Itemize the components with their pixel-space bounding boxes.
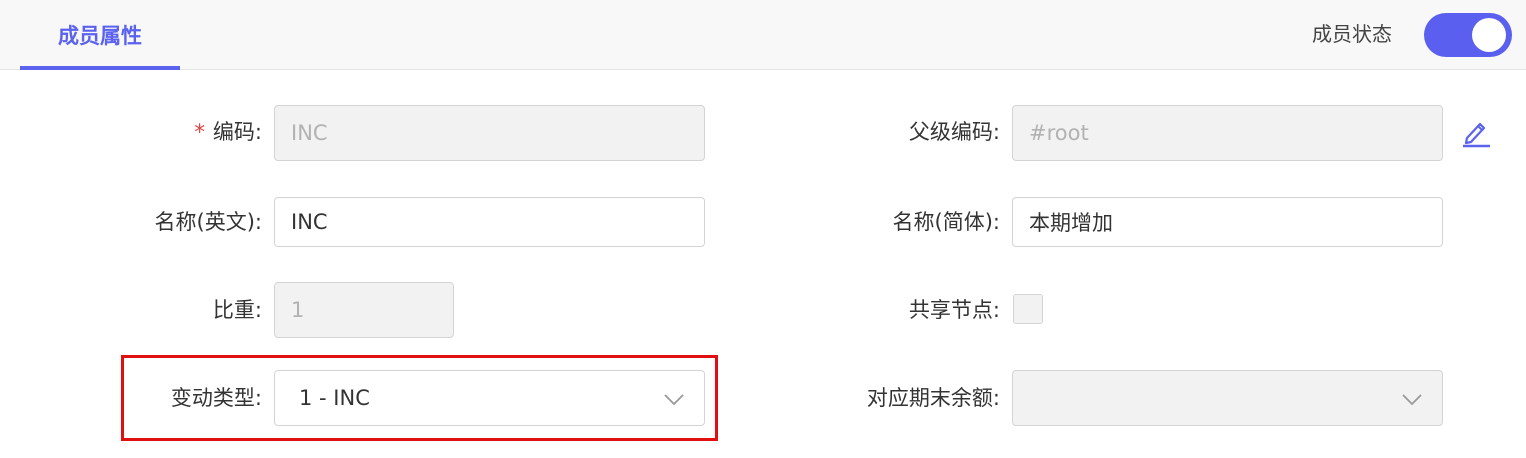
- toggle-knob: [1472, 18, 1506, 52]
- name-en-label-text: 名称(英文): [154, 210, 255, 234]
- weight-value: 1: [291, 298, 305, 322]
- code-input[interactable]: INC: [274, 105, 705, 161]
- active-tab-indicator: [20, 66, 180, 70]
- name-en-value: INC: [291, 210, 328, 234]
- name-cn-input[interactable]: 本期增加: [1012, 197, 1443, 247]
- change-type-label-text: 变动类型: [170, 386, 255, 410]
- parent-code-value: #root: [1029, 121, 1089, 145]
- header-bar: 成员属性 成员状态: [0, 0, 1526, 70]
- weight-input[interactable]: 1: [274, 282, 454, 338]
- tab-member-attributes[interactable]: 成员属性: [20, 0, 180, 70]
- shared-node-label: 共享节点:: [908, 298, 1000, 322]
- change-type-value: 1 - INC: [299, 386, 370, 410]
- change-type-label: 变动类型:: [170, 386, 262, 410]
- chevron-down-icon: [664, 394, 684, 406]
- name-en-input[interactable]: INC: [274, 197, 705, 247]
- name-en-label: 名称(英文):: [154, 210, 262, 234]
- name-cn-label: 名称(简体):: [892, 210, 1000, 234]
- shared-node-checkbox[interactable]: [1013, 294, 1043, 324]
- name-cn-label-text: 名称(简体): [892, 210, 993, 234]
- required-mark: *: [194, 120, 205, 144]
- code-label: * 编码:: [194, 120, 262, 144]
- closing-balance-label-text: 对应期末余额: [866, 386, 993, 410]
- parent-code-label-text: 父级编码: [908, 120, 993, 144]
- change-type-select[interactable]: 1 - INC: [274, 370, 705, 426]
- chevron-down-icon: [1402, 394, 1422, 406]
- closing-balance-select[interactable]: [1012, 370, 1443, 426]
- closing-balance-label: 对应期末余额:: [866, 386, 1000, 410]
- member-status-toggle[interactable]: [1424, 13, 1512, 57]
- parent-code-input[interactable]: #root: [1012, 105, 1443, 161]
- parent-code-label: 父级编码:: [908, 120, 1000, 144]
- weight-label: 比重:: [212, 298, 262, 322]
- code-label-text: 编码: [212, 120, 255, 144]
- weight-label-text: 比重: [212, 298, 255, 322]
- shared-node-label-text: 共享节点: [908, 298, 993, 322]
- name-cn-value: 本期增加: [1029, 211, 1113, 235]
- code-value: INC: [291, 121, 328, 145]
- member-status-label: 成员状态: [1312, 22, 1392, 46]
- pencil-icon[interactable]: [1461, 116, 1491, 148]
